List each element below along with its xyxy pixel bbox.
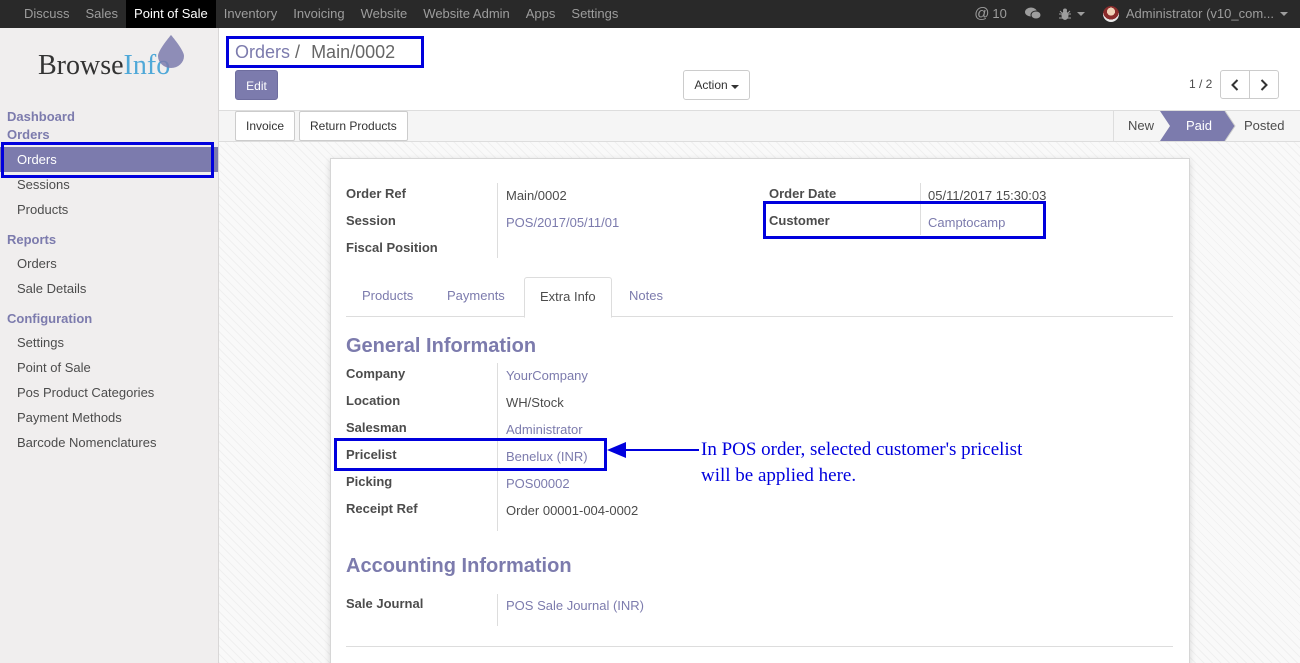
invoice-button[interactable]: Invoice [235, 111, 296, 141]
chevron-down-icon [730, 85, 739, 89]
menu-sales[interactable]: Sales [78, 0, 127, 28]
sidebar-section-orders[interactable]: Orders [7, 127, 50, 142]
mentions-button[interactable]: @ 10 [965, 0, 1016, 28]
menu-website[interactable]: Website [353, 0, 416, 28]
chat-button[interactable] [1016, 0, 1050, 28]
stage-paid[interactable]: Paid [1186, 111, 1212, 141]
annotation-line-2: will be applied here. [701, 465, 857, 486]
sidebar-item-settings[interactable]: Settings [17, 335, 64, 350]
annotation-line-1: In POS order, selected customer's pricel… [701, 439, 1023, 460]
highlight-box-breadcrumb [226, 36, 424, 68]
menu-discuss[interactable]: Discuss [0, 0, 78, 28]
accounting-information-title: Accounting Information [346, 555, 572, 577]
menu-settings[interactable]: Settings [563, 0, 626, 28]
salesman-label: Salesman [346, 420, 407, 435]
company-link[interactable]: YourCompany [506, 368, 588, 383]
menu-apps[interactable]: Apps [518, 0, 564, 28]
chevron-down-icon [1280, 12, 1288, 16]
order-ref-value: Main/0002 [506, 188, 567, 203]
drop-logo-icon [158, 35, 184, 68]
session-link[interactable]: POS/2017/05/11/01 [506, 215, 619, 230]
location-value: WH/Stock [506, 395, 564, 410]
top-menu-bar: Discuss Sales Point of Sale Inventory In… [0, 0, 1300, 28]
fiscal-position-label: Fiscal Position [346, 240, 438, 255]
order-date-label: Order Date [769, 186, 837, 201]
salesman-link[interactable]: Administrator [506, 422, 583, 437]
menu-inventory[interactable]: Inventory [216, 0, 285, 28]
chevron-down-icon [1076, 12, 1085, 16]
edit-button[interactable]: Edit [235, 70, 278, 100]
annotation-text: In POS order, selected customer's pricel… [701, 437, 1061, 489]
stage-new[interactable]: New [1128, 111, 1154, 141]
tab-products[interactable]: Products [347, 277, 428, 317]
sheet-divider [346, 646, 1173, 647]
receipt-ref-label: Receipt Ref [346, 501, 418, 516]
receipt-ref-value: Order 00001-004-0002 [506, 503, 639, 518]
order-ref-label: Order Ref [346, 186, 406, 201]
user-name: Administrator (v10_com... [1125, 6, 1274, 21]
field-divider [497, 594, 498, 626]
picking-link[interactable]: POS00002 [506, 476, 570, 491]
highlight-box-pricelist [334, 438, 607, 471]
sidebar: BrowseInfo Dashboard Orders Orders Sessi… [0, 28, 219, 663]
return-products-button[interactable]: Return Products [299, 111, 408, 141]
debug-button[interactable] [1050, 0, 1094, 28]
sale-journal-link[interactable]: POS Sale Journal (INR) [506, 598, 644, 613]
field-divider [497, 183, 498, 258]
tab-notes[interactable]: Notes [614, 277, 678, 317]
messages-count: 10 [992, 6, 1007, 21]
logo: BrowseInfo [38, 50, 171, 81]
highlight-box-sidebar-orders [1, 142, 214, 178]
sidebar-item-sessions[interactable]: Sessions [17, 177, 70, 192]
highlight-box-customer [763, 201, 1046, 239]
pager-value: 1 / 2 [1189, 77, 1213, 91]
sidebar-item-barcode-nomenclatures[interactable]: Barcode Nomenclatures [17, 435, 156, 450]
general-information-title: General Information [346, 335, 537, 357]
sidebar-section-configuration[interactable]: Configuration [7, 311, 92, 326]
action-dropdown[interactable]: Action [683, 70, 750, 100]
pager-previous-button[interactable] [1220, 70, 1250, 99]
menu-invoicing[interactable]: Invoicing [285, 0, 352, 28]
at-icon: @ [974, 5, 990, 22]
sidebar-section-reports[interactable]: Reports [7, 232, 56, 247]
tab-extra-info[interactable]: Extra Info [524, 277, 612, 318]
notebook-tabs: Products Payments Extra Info Notes [346, 277, 1173, 318]
stage-posted[interactable]: Posted [1244, 111, 1284, 141]
sidebar-section-dashboard[interactable]: Dashboard [7, 109, 75, 124]
user-menu[interactable]: Administrator (v10_com... [1094, 0, 1300, 28]
menu-point-of-sale[interactable]: Point of Sale [126, 0, 216, 28]
statusbar: Invoice Return Products New Paid Posted [219, 111, 1300, 142]
arrow-left-icon [607, 442, 699, 458]
action-label: Action [694, 78, 728, 92]
sale-journal-label: Sale Journal [346, 596, 424, 611]
bug-icon [1058, 8, 1071, 20]
pager-next-button[interactable] [1249, 70, 1279, 99]
company-label: Company [346, 366, 406, 381]
sidebar-item-point-of-sale[interactable]: Point of Sale [17, 360, 91, 375]
location-label: Location [346, 393, 401, 408]
sidebar-item-report-orders[interactable]: Orders [17, 256, 57, 271]
sidebar-item-sale-details[interactable]: Sale Details [17, 281, 86, 296]
sidebar-item-pos-product-categories[interactable]: Pos Product Categories [17, 385, 154, 400]
avatar [1102, 6, 1119, 22]
form-sheet [330, 158, 1190, 663]
tab-payments[interactable]: Payments [432, 277, 520, 317]
menu-website-admin[interactable]: Website Admin [415, 0, 517, 28]
sidebar-item-payment-methods[interactable]: Payment Methods [17, 410, 122, 425]
session-label: Session [346, 213, 396, 228]
chevron-left-icon [1231, 78, 1239, 91]
chat-icon [1024, 7, 1041, 20]
chevron-right-icon [1260, 78, 1268, 91]
sidebar-item-products[interactable]: Products [17, 202, 68, 217]
picking-label: Picking [346, 474, 393, 489]
